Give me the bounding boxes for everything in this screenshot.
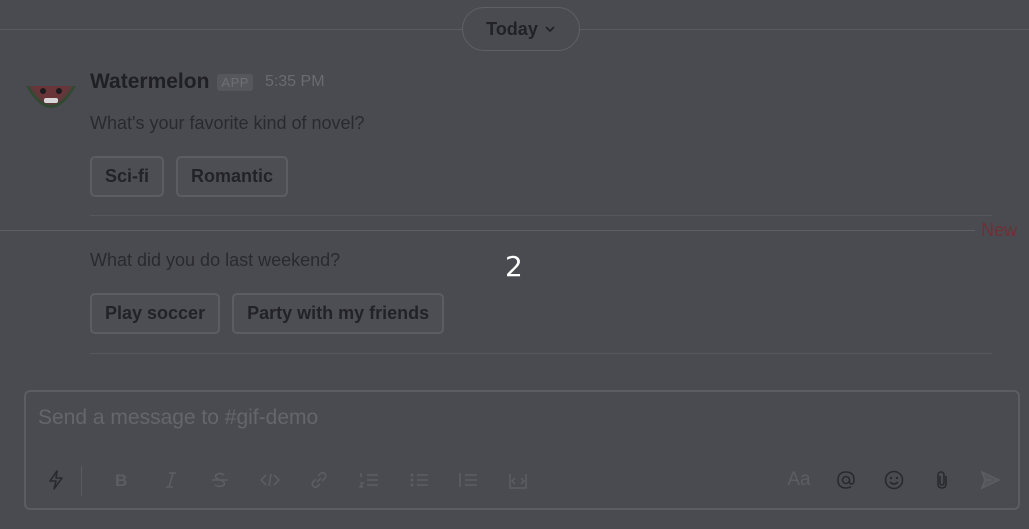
message-header: Watermelon APP 5:35 PM	[90, 70, 325, 94]
message-input[interactable]	[38, 406, 938, 430]
link-icon[interactable]	[307, 468, 331, 492]
code-block-icon[interactable]	[506, 468, 530, 492]
sender-name[interactable]: Watermelon	[90, 70, 209, 94]
romantic-button[interactable]: Romantic	[176, 156, 289, 197]
blockquote-icon[interactable]	[456, 468, 480, 492]
block-divider	[90, 215, 992, 216]
at-mention-icon[interactable]	[834, 468, 858, 492]
app-badge: APP	[217, 73, 253, 91]
emoji-icon[interactable]	[882, 468, 906, 492]
message-composer: B Aa	[24, 390, 1020, 510]
message-text: What did you do last weekend?	[90, 250, 341, 270]
toolbar-divider	[81, 466, 82, 496]
date-divider-button[interactable]: Today	[462, 7, 580, 51]
block-divider	[90, 353, 992, 354]
party-with-friends-button[interactable]: Party with my friends	[232, 293, 445, 334]
message-timestamp[interactable]: 5:35 PM	[265, 73, 325, 91]
formatting-toggle[interactable]: Aa	[785, 468, 813, 492]
action-buttons: Sci-fi Romantic	[90, 156, 289, 197]
italic-icon[interactable]	[159, 468, 183, 492]
play-soccer-button[interactable]: Play soccer	[90, 293, 221, 334]
date-divider-label: Today	[486, 18, 538, 39]
new-messages-line	[0, 230, 975, 231]
chevron-down-icon	[545, 26, 555, 33]
bullet-list-icon[interactable]	[407, 468, 431, 492]
strikethrough-icon[interactable]	[208, 468, 232, 492]
action-buttons: Play soccer Party with my friends	[90, 293, 445, 334]
paperclip-icon[interactable]	[930, 468, 954, 492]
send-icon[interactable]	[978, 468, 1002, 492]
message-text: What's your favorite kind of novel?	[90, 113, 365, 133]
composer-toolbar: B Aa	[26, 464, 1018, 496]
watermelon-avatar[interactable]	[24, 72, 78, 120]
ordered-list-icon[interactable]	[357, 468, 381, 492]
lightning-icon[interactable]	[44, 468, 68, 492]
overlay-number: 2	[505, 250, 523, 283]
sci-fi-button[interactable]: Sci-fi	[90, 156, 165, 197]
code-icon[interactable]	[258, 468, 282, 492]
svg-text:B: B	[115, 471, 127, 490]
new-messages-label: New	[981, 220, 1018, 240]
bold-icon[interactable]: B	[109, 468, 133, 492]
